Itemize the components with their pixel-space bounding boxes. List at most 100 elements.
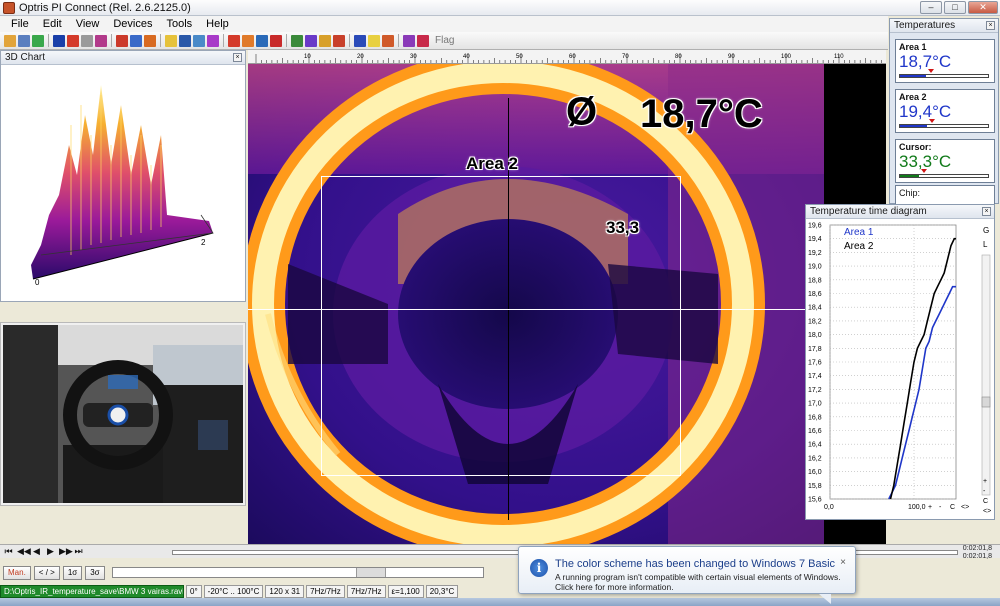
time-diagram-body[interactable]: 15,6 15,8 16,0 16,2 16,4 16,6 16,8 17,0 17,2 17,4… xyxy=(806,219,994,519)
toolbar-icon-14[interactable] xyxy=(207,34,219,47)
ruler-label: 10 xyxy=(304,54,311,60)
sigma3-button[interactable]: 3σ xyxy=(85,566,105,580)
notification-title: The color scheme has been changed to Win… xyxy=(555,558,836,570)
scale-arrows-button[interactable]: < / > xyxy=(33,566,60,580)
toolbar-icon-10[interactable] xyxy=(144,34,156,47)
toolbar-icon-4[interactable] xyxy=(53,34,65,47)
zoom-y-button[interactable]: <> xyxy=(983,508,991,515)
scale-slider-knob[interactable] xyxy=(356,568,386,577)
toolbar-icon-23[interactable] xyxy=(354,34,366,47)
sigma1-button[interactable]: 1σ xyxy=(62,566,83,580)
toolbar-icon-16[interactable] xyxy=(242,34,254,47)
menu-help[interactable]: Help xyxy=(199,16,236,32)
title-bar: Optris PI Connect (Rel. 2.6.2125.0) – □ … xyxy=(0,0,1000,16)
temperatures-panel: Temperatures × Area 1 18,7°C Area 2 19,4°C C… xyxy=(889,18,999,205)
status-angle: 0° xyxy=(186,584,202,598)
axis-label-2: 2 xyxy=(201,238,206,247)
toolbar-icon-27[interactable] xyxy=(417,34,429,47)
toolbar-icon-21[interactable] xyxy=(319,34,331,47)
taskbar xyxy=(0,598,1000,606)
legend-entry: Area 1 xyxy=(844,227,874,238)
notification-balloon[interactable]: i The color scheme has been changed to W… xyxy=(518,546,856,604)
time-diagram-chart: 15,6 15,8 16,0 16,2 16,4 16,6 16,8 17,0 17,2 17,4… xyxy=(808,223,991,516)
temperature-level-fill xyxy=(900,75,926,77)
temperature-marker-icon xyxy=(928,69,935,73)
toolbar-icon-5[interactable] xyxy=(67,34,79,47)
toolbar-icon-3[interactable] xyxy=(32,34,44,47)
manual-scale-button[interactable]: Man. xyxy=(3,566,31,580)
toolbar-icon-17[interactable] xyxy=(256,34,268,47)
toolbar-icon-25[interactable] xyxy=(382,34,394,47)
toolbar-icon-9[interactable] xyxy=(130,34,142,47)
toolbar-icon-20[interactable] xyxy=(305,34,317,47)
toolbar-icon-2[interactable] xyxy=(18,34,30,47)
scale-slider[interactable] xyxy=(112,567,484,578)
thermal-ruler: 10 20 30 40 50 60 70 80 90 100 110 xyxy=(248,50,886,64)
vertical-scrollbar xyxy=(981,254,991,496)
zoom-x-button[interactable]: - xyxy=(939,504,942,511)
side-button[interactable]: L xyxy=(983,240,988,249)
ruler-label: 40 xyxy=(463,54,470,60)
y-tick-label: 19,6 xyxy=(808,223,822,230)
toolbar-icon-8[interactable] xyxy=(116,34,128,47)
car-interior-illustration xyxy=(3,325,243,503)
last-frame-icon[interactable]: ⏭ xyxy=(73,546,84,557)
step-back-icon[interactable]: ◀ xyxy=(31,546,42,557)
toolbar-icon-24[interactable] xyxy=(368,34,380,47)
chart3d-view[interactable]: 2 0 xyxy=(1,65,245,301)
toolbar-icon-6[interactable] xyxy=(81,34,93,47)
toolbar-icon-26[interactable] xyxy=(403,34,415,47)
toolbar-icon-19[interactable] xyxy=(291,34,303,47)
chart3d-header: 3D Chart × xyxy=(1,51,245,65)
zoom-y-button[interactable]: C xyxy=(983,498,988,505)
menu-file[interactable]: File xyxy=(4,16,36,32)
zoom-x-button[interactable]: C xyxy=(950,504,955,511)
chip-temperature-box: Chip: xyxy=(895,185,995,205)
zoom-y-button[interactable]: + xyxy=(983,478,987,485)
rewind-icon[interactable]: ◀◀ xyxy=(17,546,31,557)
panel-close-icon[interactable]: × xyxy=(986,21,995,30)
time-diagram-title: Temperature time diagram xyxy=(810,206,927,217)
thermal-image-view[interactable]: Ø 18,7°C Area 2 33,3 xyxy=(248,64,824,544)
flag-button[interactable]: Flag xyxy=(435,35,454,46)
toolbar-icon-18[interactable] xyxy=(270,34,282,47)
maximize-icon[interactable]: □ xyxy=(944,1,966,14)
x-tick-label: 0,0 xyxy=(824,504,834,511)
toolbar-icon-15[interactable] xyxy=(228,34,240,47)
panel-close-icon[interactable]: × xyxy=(982,207,991,216)
menu-view[interactable]: View xyxy=(69,16,107,32)
first-frame-icon[interactable]: ⏮ xyxy=(3,546,14,557)
y-tick-label: 16,8 xyxy=(808,414,822,421)
close-icon[interactable]: × xyxy=(840,557,846,568)
menu-edit[interactable]: Edit xyxy=(36,16,69,32)
menu-tools[interactable]: Tools xyxy=(159,16,199,32)
toolbar-icon-22[interactable] xyxy=(333,34,345,47)
temperature-value: 18,7°C xyxy=(899,52,952,71)
app-icon[interactable] xyxy=(3,1,15,14)
play-icon[interactable]: ▶ xyxy=(45,546,56,557)
menu-devices[interactable]: Devices xyxy=(106,16,159,32)
side-button[interactable]: G xyxy=(983,226,989,235)
status-file-path: D:\Optris_IR_temperature_save\BMW 3 vair… xyxy=(0,584,184,598)
zoom-x-button[interactable]: <> xyxy=(961,504,969,511)
minimize-icon[interactable]: – xyxy=(920,1,942,14)
y-tick-label: 15,6 xyxy=(808,497,822,504)
toolbar-icon-13[interactable] xyxy=(193,34,205,47)
video-panel xyxy=(0,322,246,506)
chip-label: Chip: xyxy=(899,188,921,198)
toolbar-icon-1[interactable] xyxy=(4,34,16,47)
toolbar-icon-7[interactable] xyxy=(95,34,107,47)
toolbar-icon-12[interactable] xyxy=(179,34,191,47)
x-tick-label: 100,0 xyxy=(908,504,926,511)
window-title: Optris PI Connect (Rel. 2.6.2125.0) xyxy=(19,1,191,14)
toolbar-separator xyxy=(48,34,49,47)
fast-forward-icon[interactable]: ▶▶ xyxy=(59,546,73,557)
app-window: Optris PI Connect (Rel. 2.6.2125.0) – □ … xyxy=(0,0,1000,606)
temperature-level-bar xyxy=(899,74,989,78)
ruler-label: 80 xyxy=(675,54,682,60)
toolbar-icon-11[interactable] xyxy=(165,34,177,47)
zoom-x-button[interactable]: + xyxy=(928,504,932,511)
close-icon[interactable]: ✕ xyxy=(968,1,998,14)
panel-close-icon[interactable]: × xyxy=(233,53,242,62)
temperature-level-bar xyxy=(899,174,989,178)
